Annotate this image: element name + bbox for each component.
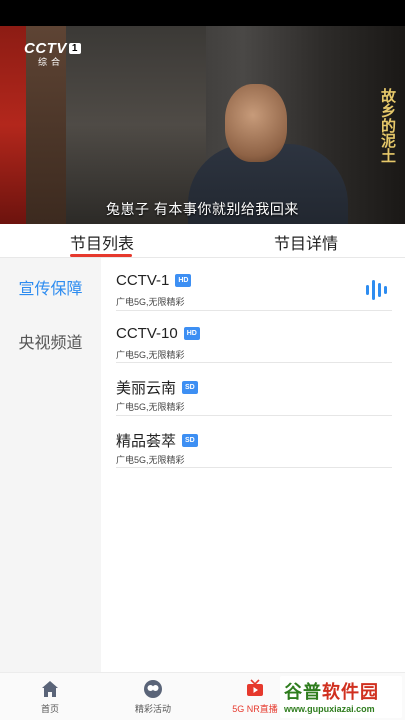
channel-sub: 综合 [38,57,65,67]
channel-number: 1 [68,43,81,54]
nav-label: 首页 [40,704,59,714]
quality-badge: SD [182,433,198,447]
status-bar [0,0,405,26]
channel-description: 广电5G,无限精彩 [116,402,185,412]
nav-label: 5G NR直播 [232,704,278,714]
nav-item-5g-live[interactable]: 5G NR直播 [226,679,284,715]
category-sidebar: 宣传保障 央视频道 [0,258,101,672]
video-scene-figure-head [225,84,287,162]
nav-item-home[interactable]: 首页 [30,679,70,715]
program-scroll-title: 故乡的泥土 [379,88,397,163]
sidebar-item-promotion[interactable]: 宣传保障 [0,275,101,299]
channel-name: CCTV-10 [116,324,178,342]
tv-icon [247,679,263,696]
watermark-name-green: 谷普 [284,682,322,702]
nav-item-events[interactable]: 精彩活动 [125,679,181,715]
channel-description: 广电5G,无限精彩 [116,454,185,465]
channel-item-beautiful-yunnan[interactable]: 美丽云南 SD 广电5G,无限精彩 [116,363,392,416]
channel-name-row: CCTV-10 HD [116,325,200,342]
now-playing-icon [366,280,388,300]
video-scene-wall [66,26,206,224]
channel-name-row: 精品荟萃 SD [116,430,198,451]
video-subtitle: 兔崽子 有本事你就别给我回来 [106,201,299,217]
active-tab-indicator [70,254,132,257]
channel-name: CCTV-1 [116,272,170,289]
sidebar-item-cctv-channels[interactable]: 央视频道 [0,329,101,353]
channel-name-row: CCTV-1 HD [116,272,192,289]
channel-name: 美丽云南 [116,380,177,397]
video-scene-banner [0,26,26,224]
channel-list: CCTV-1 HD 广电5G,无限精彩 CCTV-10 HD 广电5G,无限精彩… [116,258,392,468]
site-watermark: 谷普软件园 www.gupuxiazai.com [280,676,402,718]
tab-program-list[interactable]: 节目列表 [70,230,134,254]
events-icon [144,680,162,698]
watermark-logo-text: 谷普软件园 [284,678,379,704]
watermark-name-red: 软件园 [322,682,379,702]
quality-badge: HD [183,326,200,340]
nav-label: 精彩活动 [134,704,171,714]
channel-name-row: 美丽云南 SD [116,377,198,398]
channel-description: 广电5G,无限精彩 [116,349,185,360]
tab-program-detail[interactable]: 节目详情 [274,230,338,254]
channel-item-selection[interactable]: 精品荟萃 SD 广电5G,无限精彩 [116,416,392,468]
channel-name: 精品荟萃 [116,432,177,450]
home-icon [42,681,58,697]
channel-item-cctv1[interactable]: CCTV-1 HD 广电5G,无限精彩 [116,258,392,311]
quality-badge: HD [175,274,192,287]
channel-description: 广电5G,无限精彩 [116,297,185,307]
quality-badge: SD [182,381,198,394]
channel-item-cctv10[interactable]: CCTV-10 HD 广电5G,无限精彩 [116,311,392,363]
tab-bar: 节目列表 节目详情 [0,224,405,258]
watermark-url: www.gupuxiazai.com [284,704,375,714]
video-player[interactable]: CCTV 1 综合 故乡的泥土 兔崽子 有本事你就别给我回来 [0,26,405,224]
